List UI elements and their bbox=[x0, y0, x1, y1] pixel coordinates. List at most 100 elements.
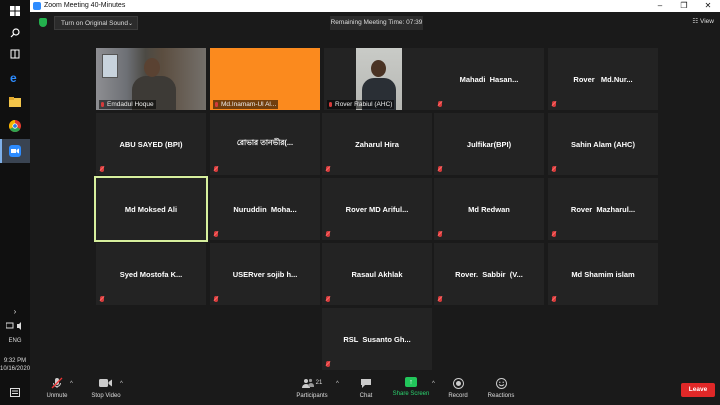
zoom-taskbar-icon[interactable] bbox=[0, 139, 30, 163]
muted-mic-icon bbox=[214, 166, 218, 172]
original-sound-button[interactable]: Turn on Original Sound ⌄ bbox=[54, 16, 138, 30]
chat-icon bbox=[359, 377, 373, 389]
participant-name: Rover MD Ariful... bbox=[345, 204, 409, 214]
muted-mic-icon bbox=[329, 102, 332, 107]
participant-name: Rover Mazharul... bbox=[570, 204, 636, 214]
network-volume-icons[interactable] bbox=[0, 322, 30, 333]
participant-name: Nuruddin Moha... bbox=[233, 204, 297, 214]
chat-button[interactable]: Chat bbox=[354, 377, 378, 405]
muted-mic-icon bbox=[438, 296, 442, 302]
participant-count: 21 bbox=[315, 380, 323, 386]
participant-name: ABU SAYED (BPI) bbox=[119, 139, 183, 149]
clock-time[interactable]: 9:32 PM bbox=[0, 358, 30, 365]
audio-options-caret-icon[interactable]: ^ bbox=[70, 381, 73, 387]
task-view-icon[interactable] bbox=[5, 46, 25, 62]
muted-mic-icon bbox=[214, 231, 218, 237]
svg-text:e: e bbox=[10, 71, 17, 83]
participant-tile[interactable]: ABU SAYED (BPI) bbox=[96, 113, 206, 175]
participant-tile[interactable]: USERver sojib h... bbox=[210, 243, 320, 305]
close-icon[interactable]: ✕ bbox=[696, 0, 720, 12]
windows-start-icon[interactable] bbox=[5, 3, 25, 19]
notification-icon[interactable] bbox=[5, 385, 25, 401]
clock-date[interactable]: 10/16/2020 bbox=[0, 366, 30, 373]
maximize-icon[interactable]: ❐ bbox=[672, 0, 696, 12]
record-label: Record bbox=[448, 393, 468, 399]
participant-tile[interactable]: Rover Md.Nur... bbox=[548, 48, 658, 110]
participants-button[interactable]: 21 Participants bbox=[292, 377, 332, 405]
record-icon bbox=[451, 377, 465, 389]
muted-mic-icon bbox=[214, 296, 218, 302]
share-screen-button[interactable]: ↑ Share Screen bbox=[392, 377, 430, 405]
participant-tile[interactable]: Rover Rabiul (AHC) bbox=[324, 48, 434, 110]
muted-mic-icon bbox=[100, 296, 104, 302]
muted-mic-icon bbox=[326, 361, 330, 367]
grid-view-icon: ☷ bbox=[692, 18, 699, 25]
security-shield-icon[interactable] bbox=[39, 18, 47, 27]
search-icon[interactable] bbox=[5, 25, 25, 41]
participant-name: Sahin Alam (AHC) bbox=[571, 139, 635, 149]
participant-name: Rover. Sabbir (V... bbox=[455, 269, 523, 279]
unmute-button[interactable]: Unmute bbox=[42, 377, 72, 405]
minimize-icon[interactable]: – bbox=[648, 0, 672, 12]
leave-button[interactable]: Leave bbox=[681, 383, 715, 397]
participant-tile[interactable]: Mahadi Hasan... bbox=[434, 48, 544, 110]
participant-tile[interactable]: Sahin Alam (AHC) bbox=[548, 113, 658, 175]
muted-mic-icon bbox=[552, 101, 556, 107]
video-options-caret-icon[interactable]: ^ bbox=[120, 381, 123, 387]
participants-options-caret-icon[interactable]: ^ bbox=[336, 381, 339, 387]
chevron-down-icon: ⌄ bbox=[127, 21, 133, 27]
participant-tile[interactable]: Julfikar(BPI) bbox=[434, 113, 544, 175]
muted-mic-icon bbox=[215, 102, 218, 107]
chevron-up-icon[interactable]: › bbox=[0, 308, 30, 316]
participant-name: Mahadi Hasan... bbox=[459, 74, 519, 84]
record-button[interactable]: Record bbox=[446, 377, 470, 405]
share-screen-label: Share Screen bbox=[392, 391, 430, 397]
participant-tile[interactable]: Rover Mazharul... bbox=[548, 178, 658, 240]
participant-tile[interactable]: Md.Inamam-Ul Al... bbox=[210, 48, 320, 110]
participant-tile[interactable]: Md Shamim islam bbox=[548, 243, 658, 305]
participant-tile[interactable]: Md Redwan bbox=[434, 178, 544, 240]
participant-name: USERver sojib h... bbox=[232, 269, 298, 279]
participant-name: Md Shamim islam bbox=[571, 269, 635, 279]
participant-tile[interactable]: Emdadul Hoque bbox=[96, 48, 206, 110]
muted-mic-icon bbox=[100, 166, 104, 172]
participant-name: Syed Mostofa K... bbox=[119, 269, 183, 279]
participant-tile[interactable]: Rover. Sabbir (V... bbox=[434, 243, 544, 305]
edge-browser-icon[interactable]: e bbox=[5, 69, 25, 85]
participant-name: Md Redwan bbox=[468, 204, 510, 214]
muted-mic-icon bbox=[326, 296, 330, 302]
language-indicator[interactable]: ENG bbox=[0, 338, 30, 345]
muted-mic-icon bbox=[552, 296, 556, 302]
participant-tile[interactable]: রোভার তানভীর(... bbox=[210, 113, 320, 175]
muted-mic-icon bbox=[101, 102, 104, 107]
stop-video-button[interactable]: Stop Video bbox=[88, 377, 124, 405]
reactions-smiley-icon bbox=[494, 377, 508, 389]
meeting-topbar: Turn on Original Sound ⌄ Remaining Meeti… bbox=[30, 12, 720, 34]
view-label: View bbox=[700, 18, 714, 25]
participant-tile[interactable]: Rover MD Ariful... bbox=[322, 178, 432, 240]
view-button[interactable]: ☷ View bbox=[692, 17, 714, 25]
chrome-icon[interactable] bbox=[5, 118, 25, 134]
zoom-meeting-window: Zoom Meeting 40-Minutes – ❐ ✕ Turn on Or… bbox=[30, 0, 720, 405]
meeting-controls-toolbar: Unmute ^ Stop Video ^ 21 Participants ^ … bbox=[30, 373, 720, 405]
participant-tile-active-speaker[interactable]: Md Moksed Ali bbox=[94, 176, 208, 242]
participant-tile[interactable]: RSL Susanto Gh... bbox=[322, 308, 432, 370]
chat-label: Chat bbox=[359, 393, 373, 399]
original-sound-label: Turn on Original Sound bbox=[61, 20, 128, 27]
unmute-label: Unmute bbox=[46, 393, 68, 399]
participant-tile[interactable]: Rasaul Akhlak bbox=[322, 243, 432, 305]
participant-name-label: Md.Inamam-Ul Al... bbox=[213, 100, 279, 109]
share-options-caret-icon[interactable]: ^ bbox=[432, 381, 435, 387]
video-camera-icon bbox=[99, 377, 113, 389]
participant-tile[interactable]: Syed Mostofa K... bbox=[96, 243, 206, 305]
remaining-time-label: Remaining Meeting Time: 07:39 bbox=[330, 16, 423, 30]
reactions-label: Reactions bbox=[487, 393, 515, 399]
participant-name: Rover Md.Nur... bbox=[573, 74, 633, 84]
participant-tile[interactable]: Nuruddin Moha... bbox=[210, 178, 320, 240]
muted-mic-icon bbox=[552, 166, 556, 172]
muted-mic-icon bbox=[438, 166, 442, 172]
file-explorer-icon[interactable] bbox=[5, 94, 25, 110]
participant-name: রোভার তানভীর(... bbox=[236, 138, 294, 147]
reactions-button[interactable]: Reactions bbox=[486, 377, 516, 405]
participant-tile[interactable]: Zaharul Hira bbox=[322, 113, 432, 175]
